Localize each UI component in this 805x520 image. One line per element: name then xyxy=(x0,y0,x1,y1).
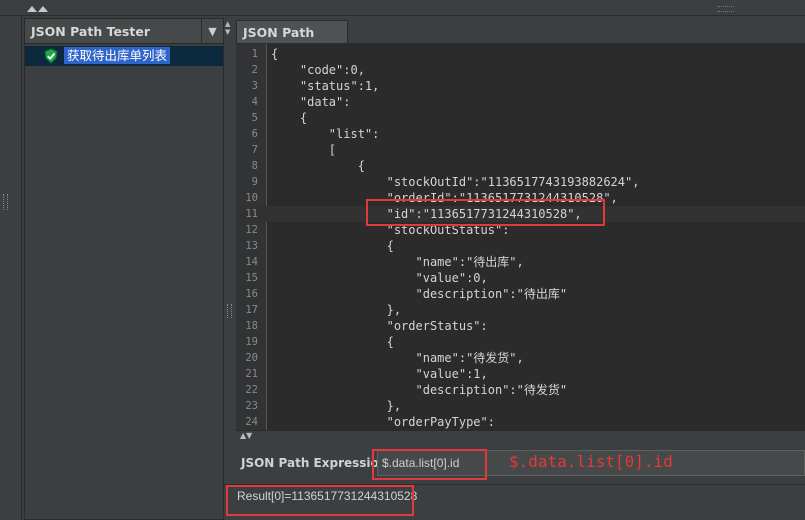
code-line: 3 "status":1, xyxy=(236,78,805,94)
code-line: 19 { xyxy=(236,334,805,350)
tree-title: JSON Path Tester xyxy=(31,24,150,39)
code-text: "orderStatus": xyxy=(271,319,488,333)
highlight-box-id-line xyxy=(366,199,605,226)
tree-header: JSON Path Tester ▼ xyxy=(25,19,223,44)
line-number: 8 xyxy=(251,160,258,172)
code-text: }, xyxy=(271,399,402,413)
line-number: 16 xyxy=(245,288,258,300)
code-line: 18 "orderStatus": xyxy=(236,318,805,334)
line-number: 4 xyxy=(251,96,258,108)
line-number: 15 xyxy=(245,272,258,284)
line-number: 23 xyxy=(245,400,258,412)
line-number: 11 xyxy=(245,208,258,220)
line-number: 24 xyxy=(245,416,258,428)
code-line: 8 { xyxy=(236,158,805,174)
code-text: "value":0, xyxy=(271,271,488,285)
code-text: { xyxy=(271,111,308,125)
code-line: 14 "name":"待出库", xyxy=(236,254,805,270)
code-line: 6 "list": xyxy=(236,126,805,142)
code-line: 23 }, xyxy=(236,398,805,414)
line-number: 10 xyxy=(245,192,258,204)
left-rail xyxy=(0,16,22,520)
tab-json-path-tester[interactable]: JSON Path Tester xyxy=(236,20,348,55)
splitter-grip-icon[interactable] xyxy=(227,304,232,318)
code-text: { xyxy=(271,47,279,61)
code-text: "status":1, xyxy=(271,79,380,93)
line-number: 22 xyxy=(245,384,258,396)
code-text: }, xyxy=(271,303,402,317)
code-text: "data": xyxy=(271,95,351,109)
code-text: "name":"待发货", xyxy=(271,351,524,365)
line-number: 2 xyxy=(251,64,258,76)
check-shield-icon xyxy=(44,48,58,64)
code-text: "stockOutId":"1136517743193882624", xyxy=(271,175,640,189)
code-text: "name":"待出库", xyxy=(271,255,524,269)
tree-panel: JSON Path Tester ▼ 获取待出库单列表 xyxy=(24,18,224,520)
tree-item-label: 获取待出库单列表 xyxy=(64,47,171,64)
line-number: 19 xyxy=(245,336,258,348)
code-text: "orderPayType": xyxy=(271,415,495,429)
code-line: 21 "value":1, xyxy=(236,366,805,382)
code-text: "description":"待发货" xyxy=(271,383,568,397)
line-number: 20 xyxy=(245,352,258,364)
code-line: 17 }, xyxy=(236,302,805,318)
line-number: 5 xyxy=(251,112,258,124)
code-line: 13 { xyxy=(236,238,805,254)
code-line: 20 "name":"待发货", xyxy=(236,350,805,366)
code-line: 4 "data": xyxy=(236,94,805,110)
json-editor[interactable]: 1{2 "code":0, 3 "status":1, 4 "data": 5 {6 … xyxy=(236,44,805,430)
code-text: "value":1, xyxy=(271,367,488,381)
split-arrows-icon[interactable]: ▲▼ xyxy=(225,20,230,36)
line-number: 21 xyxy=(245,368,258,380)
line-number: 3 xyxy=(251,80,258,92)
code-line: 9 "stockOutId":"1136517743193882624", xyxy=(236,174,805,190)
code-text: [ xyxy=(271,143,337,157)
line-number: 1 xyxy=(251,48,258,60)
line-number: 13 xyxy=(245,240,258,252)
code-line: 22 "description":"待发货" xyxy=(236,382,805,398)
line-number: 14 xyxy=(245,256,258,268)
code-line: 5 { xyxy=(236,110,805,126)
rail-grip-icon[interactable] xyxy=(3,194,8,210)
code-text: { xyxy=(271,159,365,173)
expression-label: JSON Path Expression xyxy=(241,456,388,470)
code-text: "description":"待出库" xyxy=(271,287,568,301)
top-toolbar-strip xyxy=(0,0,805,16)
code-line: 16 "description":"待出库" xyxy=(236,286,805,302)
code-line: 15 "value":0, xyxy=(236,270,805,286)
chevron-down-icon: ▼ xyxy=(208,24,217,38)
tree-dropdown-button[interactable]: ▼ xyxy=(201,19,223,43)
line-number: 9 xyxy=(251,176,258,188)
code-line: 1{ xyxy=(236,46,805,62)
line-number: 6 xyxy=(251,128,258,140)
line-number: 12 xyxy=(245,224,258,236)
code-text: "code":0, xyxy=(271,63,365,77)
line-number: 7 xyxy=(251,144,258,156)
horizontal-splitter[interactable]: ▲▼ xyxy=(236,430,805,440)
vertical-splitter[interactable]: ▲ ▼ xyxy=(224,18,236,520)
line-number: 18 xyxy=(245,320,258,332)
highlight-box-expression xyxy=(372,449,487,480)
tree-item[interactable]: 获取待出库单列表 xyxy=(25,46,223,66)
code-text: { xyxy=(271,335,394,349)
split-arrows-icon[interactable]: ▲▼ xyxy=(240,431,252,440)
resize-grip-icon[interactable] xyxy=(718,6,734,12)
line-number: 17 xyxy=(245,304,258,316)
expression-annotation: $.data.list[0].id xyxy=(509,452,673,471)
code-line: 2 "code":0, xyxy=(236,62,805,78)
code-text: { xyxy=(271,239,394,253)
code-line: 24 "orderPayType": xyxy=(236,414,805,430)
collapse-up-arrows-icon[interactable] xyxy=(26,2,52,14)
code-text: "list": xyxy=(271,127,380,141)
code-line: 7 [ xyxy=(236,142,805,158)
highlight-box-result xyxy=(226,485,414,516)
